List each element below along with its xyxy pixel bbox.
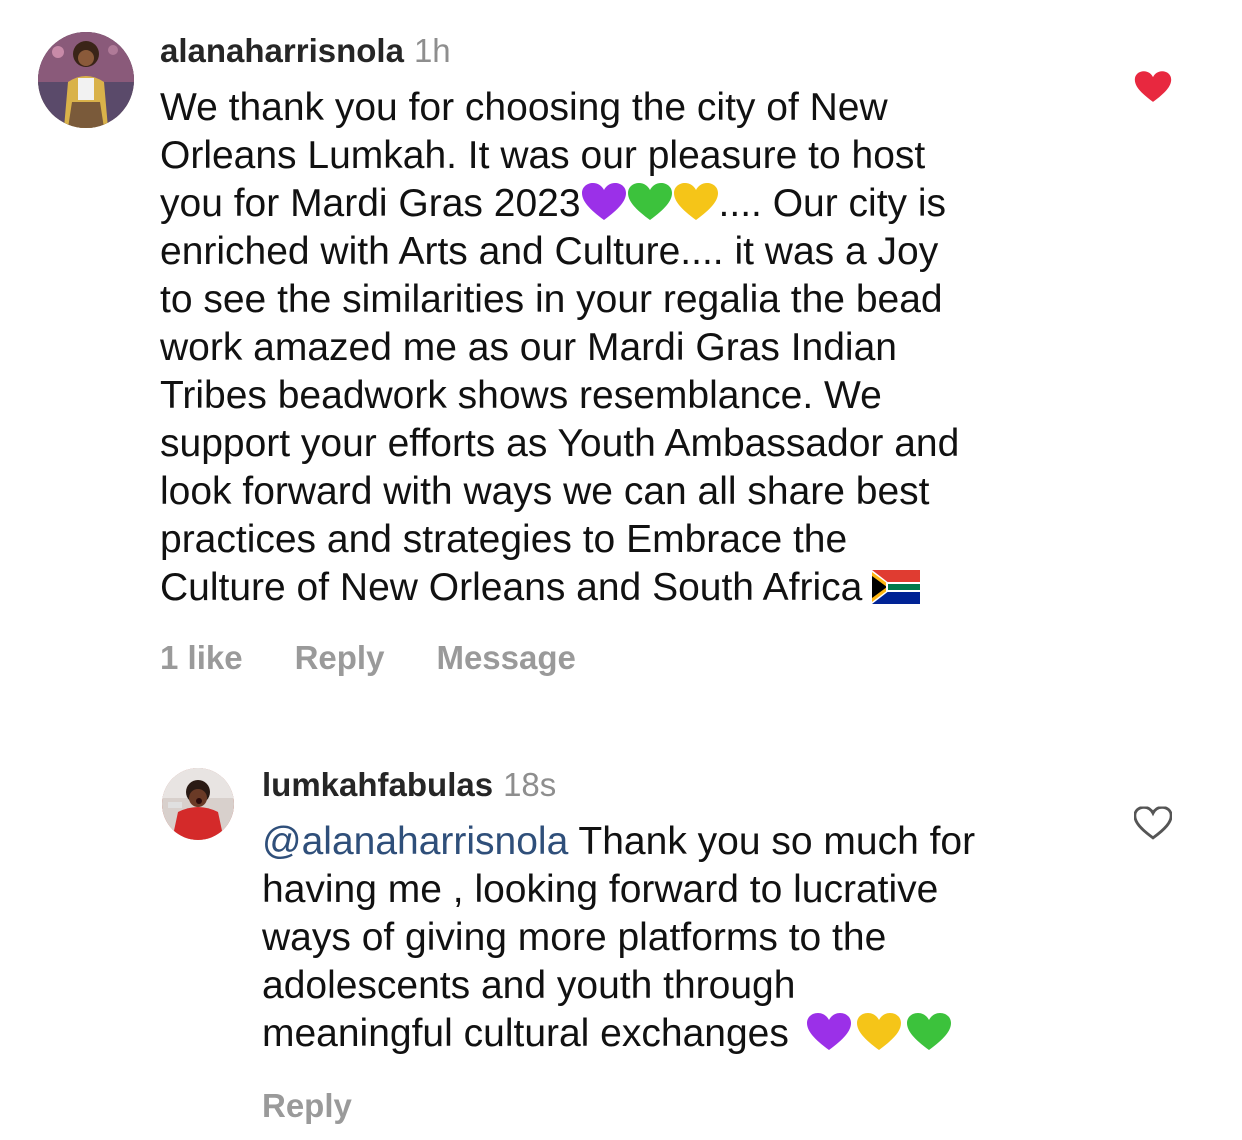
yellow-heart-icon [856,1012,902,1052]
comment-actions: Reply [262,1086,352,1126]
text-segment: .... Our city is [718,182,947,225]
text-line: adolescents and youth through [262,964,796,1007]
avatar[interactable] [162,768,234,840]
text-line: meaningful cultural exchanges [262,1010,1122,1058]
comments-screen: alanaharrisnola 1h We thank you for choos… [0,0,1242,1140]
like-button[interactable] [1134,70,1172,104]
green-heart-icon [627,182,673,222]
timestamp: 1h [413,32,451,69]
text-line: ways of giving more platforms to the [262,916,887,959]
like-button[interactable] [1134,806,1172,840]
heart-filled-icon [1134,70,1172,104]
text-line: Orleans Lumkah. It was our pleasure to h… [160,134,926,177]
comment-lumkahfabulas: lumkahfabulas 18s @alanaharrisnola Thank … [0,700,1242,1140]
username[interactable]: lumkahfabulas [262,766,493,803]
text-line: having me , looking forward to lucrative [262,868,939,911]
text-line: Tribes beadwork shows resemblance. We [160,374,882,417]
green-heart-icon [906,1012,952,1052]
reply-button[interactable]: Reply [295,639,385,676]
text-line: We thank you for choosing the city of Ne… [160,86,888,129]
text-segment: meaningful cultural exchanges [262,1012,789,1055]
text-line: enriched with Arts and Culture.... it wa… [160,230,939,273]
heart-outline-icon [1134,806,1172,840]
comment-header: lumkahfabulas 18s [262,765,556,805]
comment-text: @alanaharrisnola Thank you so much for h… [262,818,1122,1058]
comment-text: We thank you for choosing the city of Ne… [160,84,1120,612]
text-line: support your efforts as Youth Ambassador… [160,422,960,465]
text-line: @alanaharrisnola Thank you so much for [262,818,1122,866]
likes-count[interactable]: 1 like [160,639,243,676]
text-line: look forward with ways we can all share … [160,470,930,513]
avatar-photo-icon [162,768,234,840]
purple-heart-icon [806,1012,852,1052]
reply-button[interactable]: Reply [262,1087,352,1124]
yellow-heart-icon [673,182,719,222]
text-segment: you for Mardi Gras 2023 [160,182,581,225]
avatar[interactable] [38,32,134,128]
text-line: practices and strategies to Embrace the [160,518,848,561]
text-line: Culture of New Orleans and South Africa [160,564,1120,612]
south-africa-flag-icon [872,570,921,604]
message-button[interactable]: Message [436,639,575,676]
avatar-photo-icon [38,32,134,128]
text-line: you for Mardi Gras 2023 .... Our city is [160,180,1120,228]
username[interactable]: alanaharrisnola [160,32,404,69]
purple-heart-icon [581,182,627,222]
text-line: to see the similarities in your regalia … [160,278,943,321]
comment-alanaharrisnola: alanaharrisnola 1h We thank you for choos… [0,0,1242,700]
timestamp: 18s [503,766,557,803]
text-line: work amazed me as our Mardi Gras Indian [160,326,897,369]
comment-actions: 1 like Reply Message [160,638,576,678]
text-segment: Thank you so much for [578,820,976,863]
mention-link[interactable]: @alanaharrisnola [262,820,568,863]
comment-header: alanaharrisnola 1h [160,31,451,71]
text-segment: Culture of New Orleans and South Africa [160,566,863,609]
